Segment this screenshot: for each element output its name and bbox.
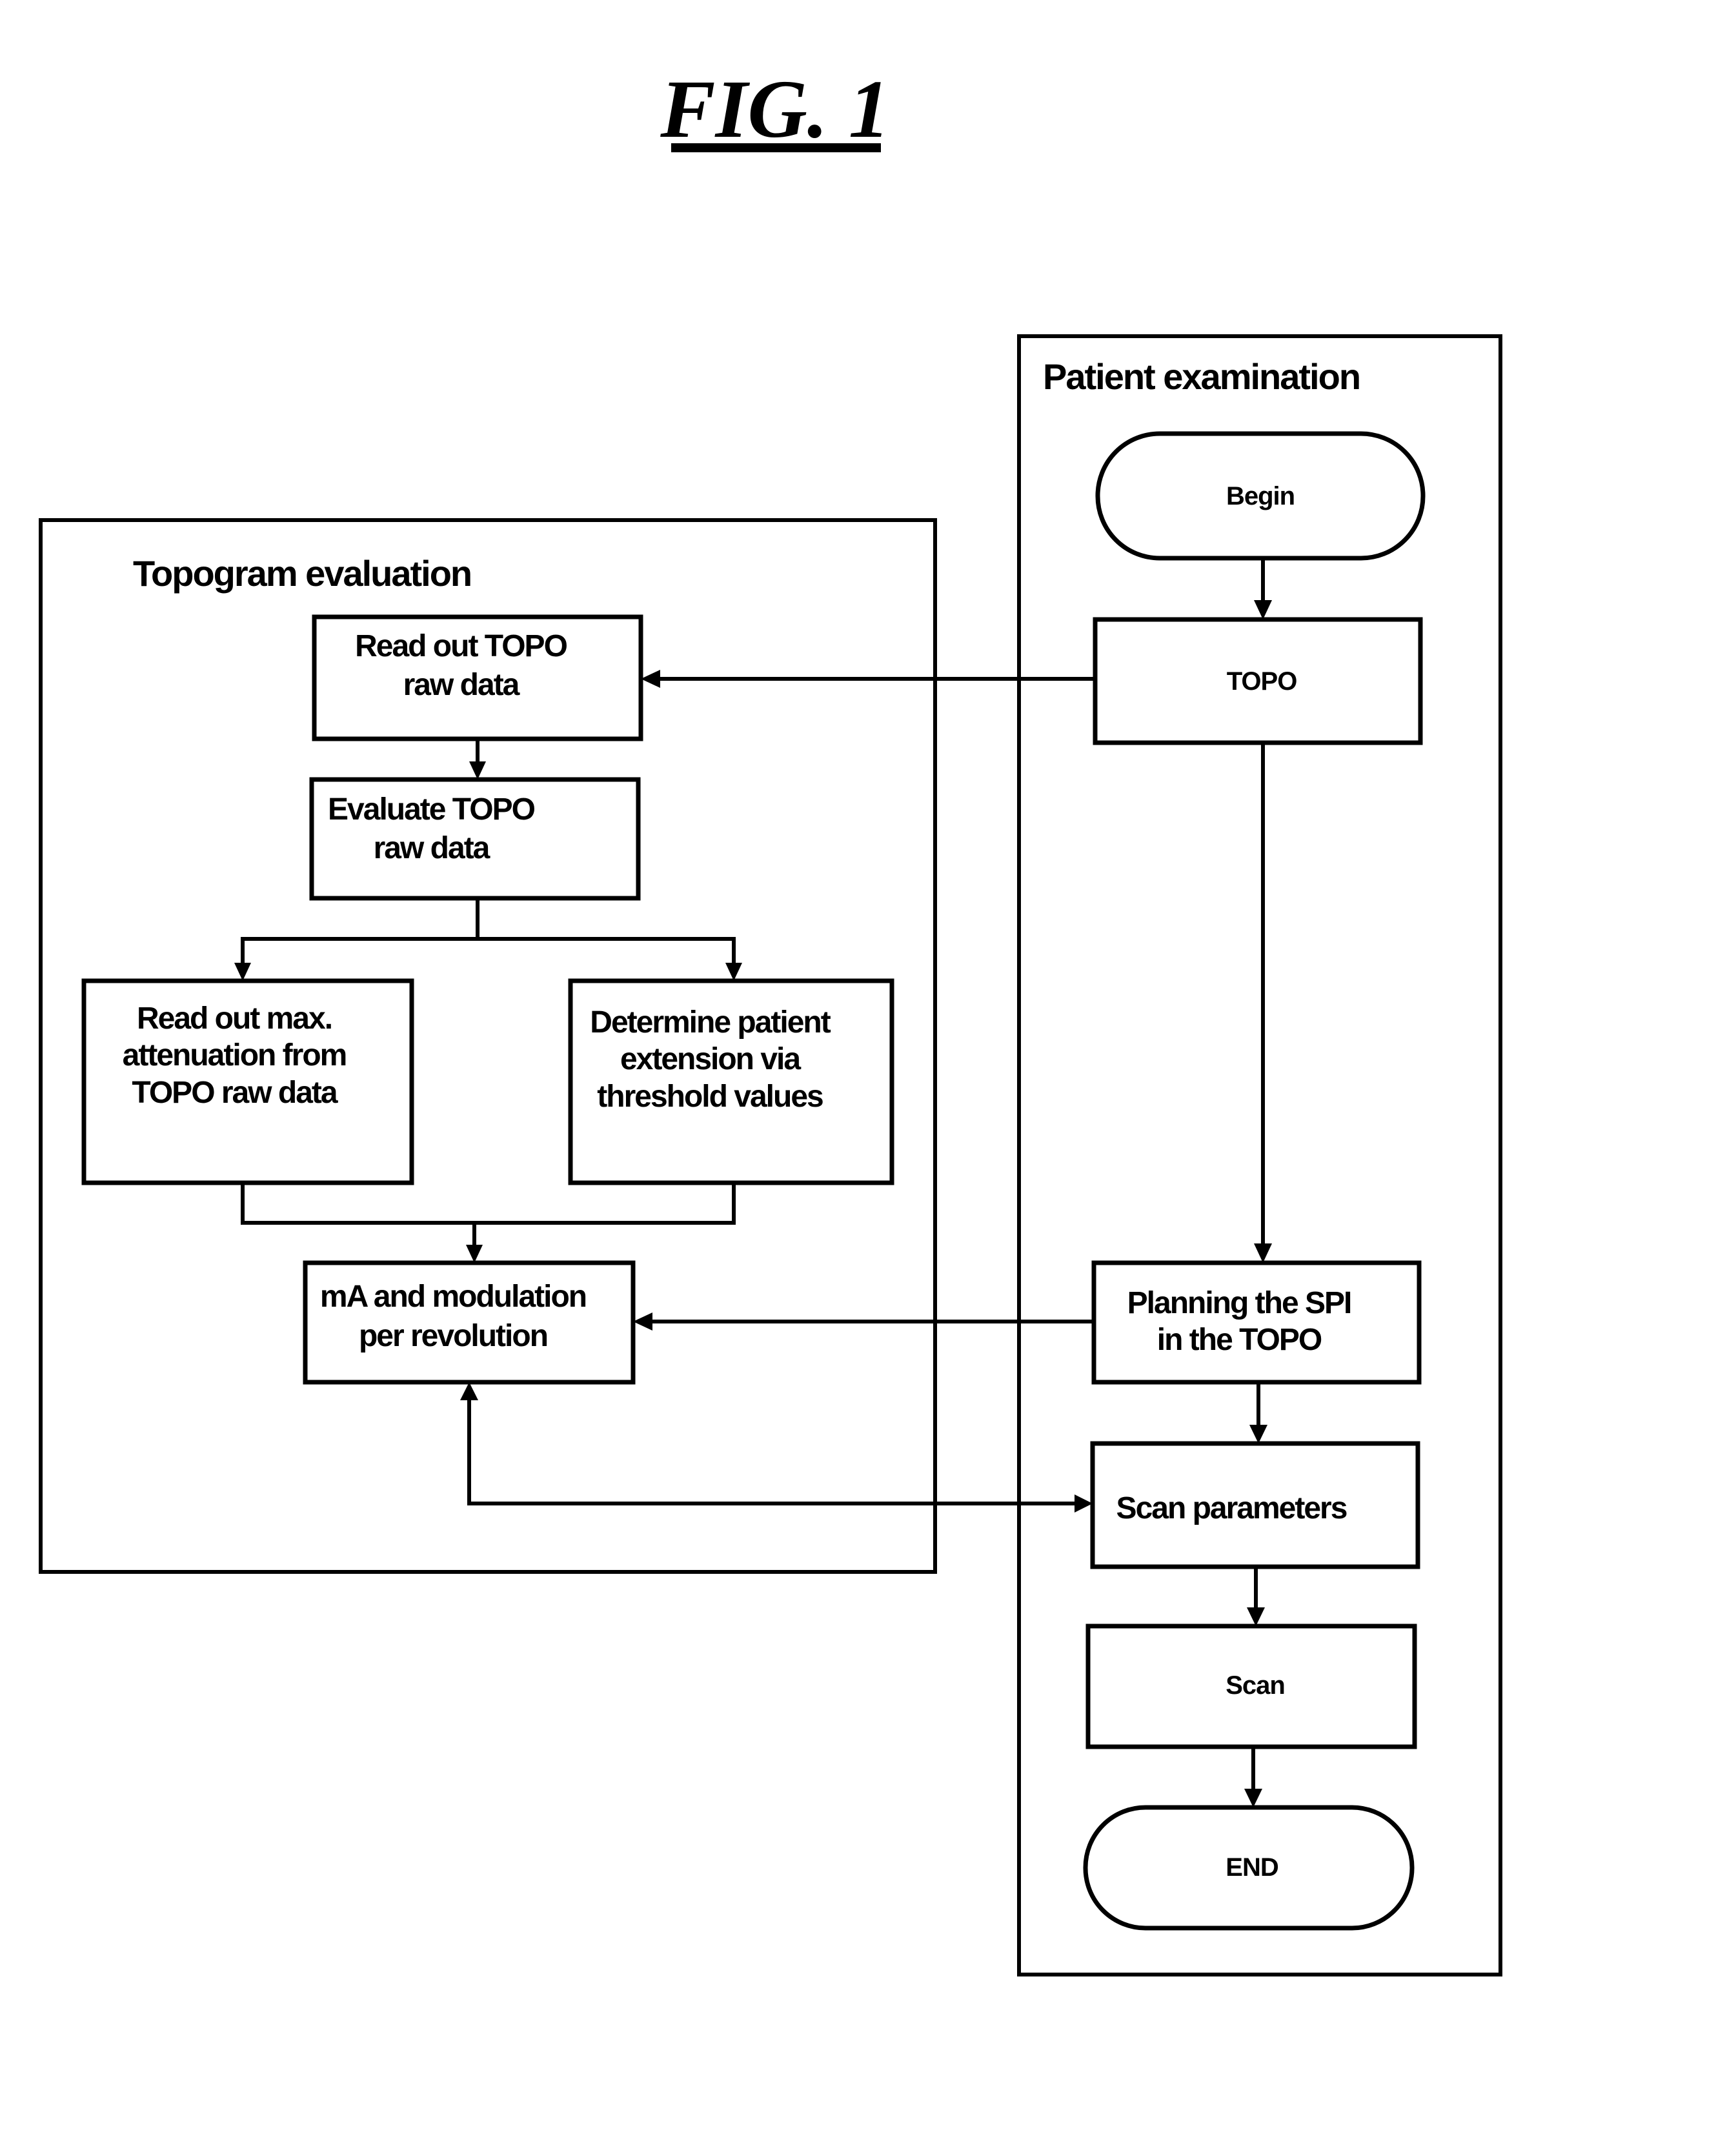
arrowhead-merge-ma [466, 1245, 483, 1263]
node-label: TOPO [1227, 667, 1297, 696]
arrowhead-planning-ma [633, 1312, 652, 1331]
node-evaluate-topo-raw: Evaluate TOPO raw data [309, 777, 641, 901]
node-label: Scan parameters [1116, 1491, 1347, 1525]
node-read-out-max-attenuation: Read out max. attenuation from TOPO raw … [81, 978, 414, 1185]
node-label-line-1: Evaluate TOPO [328, 792, 535, 827]
node-label-line-2: attenuation from [123, 1038, 347, 1072]
node-label-line-3: TOPO raw data [132, 1076, 338, 1110]
node-label-line-1: Determine patient [590, 1005, 831, 1040]
node-label-line-1: Read out TOPO [355, 629, 567, 663]
title-underline [671, 143, 881, 152]
node-scan: Scan [1085, 1624, 1417, 1749]
node-topo: TOPO [1093, 617, 1423, 745]
node-label: END [1226, 1853, 1278, 1882]
node-label-line-1: mA and modulation [320, 1280, 586, 1314]
arrowhead-scanparams-scan [1247, 1607, 1265, 1626]
panel-label-patient-examination: Patient examination [1043, 356, 1360, 397]
node-label-line-3: threshold values [597, 1080, 823, 1114]
node-read-out-topo-raw: Read out TOPO raw data [312, 614, 643, 741]
node-end: END [1083, 1805, 1415, 1931]
node-label-line-2: extension via [620, 1042, 801, 1076]
flowchart-figure: FIG. 1 Patient examination Topogram eval… [39, 63, 1502, 1976]
node-label-line-1: Planning the SPI [1127, 1286, 1351, 1320]
arrowhead-begin-topo [1254, 600, 1272, 619]
arrowhead-planning-scanparams [1249, 1425, 1267, 1443]
node-scan-parameters: Scan parameters [1090, 1441, 1420, 1569]
node-planning-spi: Planning the SPI in the TOPO [1091, 1260, 1422, 1385]
edge-split-branches [241, 937, 736, 965]
arrowhead-readout-evaluate [469, 761, 486, 779]
node-ma-modulation: mA and modulation per revolution [303, 1260, 636, 1385]
arrowhead-topo-readout [641, 670, 660, 688]
node-determine-patient-extension: Determine patient extension via threshol… [568, 978, 894, 1185]
node-begin: Begin [1095, 431, 1426, 561]
node-label-line-2: in the TOPO [1157, 1323, 1322, 1357]
arrowhead-split-right [725, 963, 742, 981]
node-label-line-2: raw data [374, 831, 490, 865]
edge-merge-branches [241, 1183, 736, 1225]
arrowhead-split-left [234, 963, 251, 981]
figure-title: FIG. 1 [660, 63, 890, 155]
node-label-line-2: raw data [403, 668, 520, 702]
arrowhead-scanparams-ma [460, 1382, 478, 1400]
node-label-line-1: Read out max. [137, 1001, 332, 1036]
arrowhead-ma-scanparams [1075, 1494, 1093, 1513]
edge-ma-scanparams [467, 1398, 1076, 1505]
node-label: Begin [1226, 482, 1295, 510]
node-label-line-2: per revolution [359, 1319, 547, 1353]
panel-label-topogram-evaluation: Topogram evaluation [133, 553, 471, 594]
arrowhead-scan-end [1244, 1789, 1262, 1807]
arrowhead-topo-planning [1254, 1243, 1272, 1263]
node-label: Scan [1226, 1671, 1285, 1700]
